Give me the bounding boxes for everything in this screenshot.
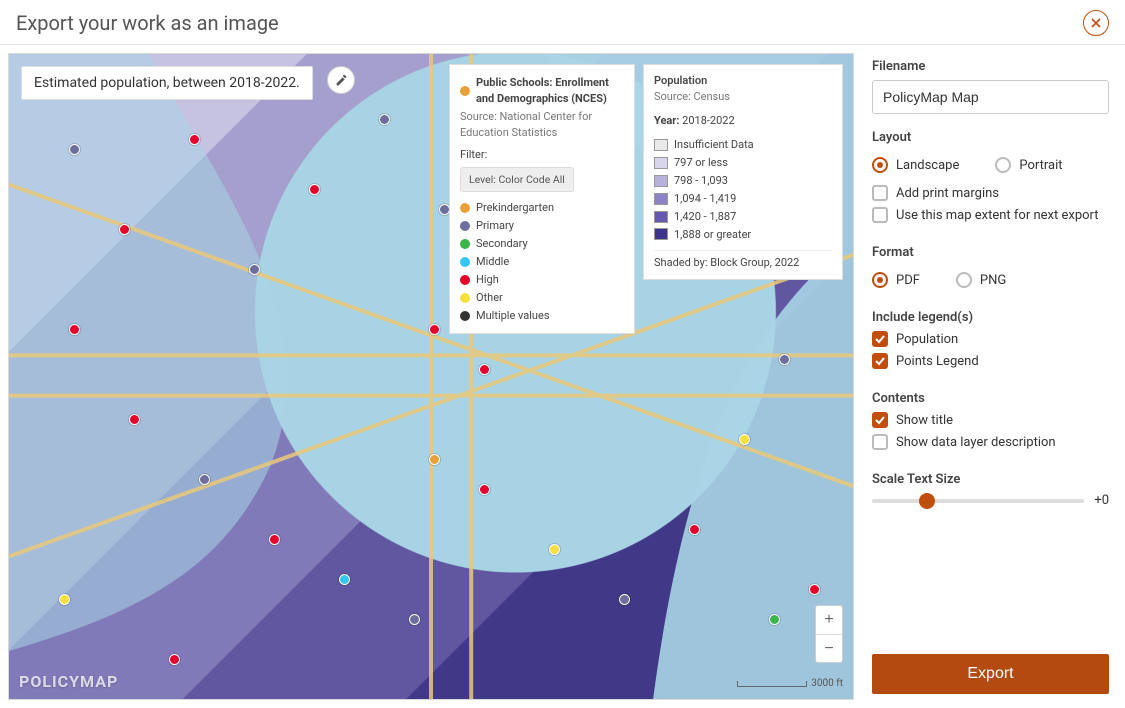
- layout-label: Layout: [872, 130, 1109, 145]
- layout-landscape-label: Landscape: [896, 158, 959, 173]
- map-preview: Estimated population, between 2018-2022.…: [8, 53, 854, 700]
- legend-item-label: High: [476, 272, 499, 288]
- dialog-title: Export your work as an image: [16, 11, 279, 35]
- pop-legend-item: 1,094 - 1,419: [654, 191, 832, 207]
- zoom-in-button[interactable]: +: [816, 606, 842, 634]
- filename-input[interactable]: [872, 80, 1109, 114]
- layout-landscape-radio[interactable]: [872, 157, 888, 173]
- zoom-out-button[interactable]: −: [816, 634, 842, 662]
- filename-label: Filename: [872, 59, 1109, 74]
- points-legend-title: Public Schools: Enrollment and Demograph…: [476, 75, 624, 107]
- legend-item-label: Secondary: [476, 236, 528, 252]
- legend-swatch-icon: [654, 175, 668, 187]
- include-legends-label: Include legend(s): [872, 310, 1109, 325]
- points-legend-card: Public Schools: Enrollment and Demograph…: [449, 64, 635, 334]
- points-legend-item: Multiple values: [460, 308, 624, 324]
- population-legend-card: Population Source: Census Year: 2018-202…: [643, 64, 843, 280]
- legend-population-checkbox[interactable]: [872, 331, 888, 347]
- legend-dot-icon: [460, 257, 470, 267]
- legend-item-label: Middle: [476, 254, 509, 270]
- pop-legend-item: 1,888 or greater: [654, 227, 832, 243]
- show-desc-checkbox[interactable]: [872, 434, 888, 450]
- pencil-icon: [335, 74, 348, 87]
- legend-population-label: Population: [896, 332, 958, 347]
- map-title-text: Estimated population, between 2018-2022.: [34, 75, 300, 91]
- show-title-checkbox[interactable]: [872, 412, 888, 428]
- export-dialog: Export your work as an image: [0, 0, 1125, 708]
- format-label: Format: [872, 245, 1109, 260]
- points-legend-filter-label: Filter:: [460, 147, 624, 163]
- pop-legend-shadedby: Shaded by: Block Group, 2022: [654, 250, 832, 271]
- legend-item-label: Primary: [476, 218, 514, 234]
- dialog-header: Export your work as an image: [0, 0, 1125, 45]
- points-legend-item: Primary: [460, 218, 624, 234]
- legend-item-label: Other: [476, 290, 503, 306]
- points-legend-item: Middle: [460, 254, 624, 270]
- format-pdf-label: PDF: [896, 273, 920, 288]
- legend-swatch-icon: [654, 139, 668, 151]
- layout-portrait-radio[interactable]: [995, 157, 1011, 173]
- legend-swatch-icon: [654, 211, 668, 223]
- pop-legend-title: Population: [654, 73, 832, 89]
- scale-distance: 3000 ft: [811, 678, 843, 689]
- legend-item-label: Insufficient Data: [674, 137, 754, 153]
- points-legend-item: Other: [460, 290, 624, 306]
- pop-legend-item: 798 - 1,093: [654, 173, 832, 189]
- legend-points-checkbox[interactable]: [872, 353, 888, 369]
- export-button[interactable]: Export: [872, 654, 1109, 694]
- scale-text-slider[interactable]: [872, 499, 1084, 503]
- format-pdf-radio[interactable]: [872, 272, 888, 288]
- legend-dot-icon: [460, 239, 470, 249]
- legend-dot-icon: [460, 203, 470, 213]
- legend-dot-icon: [460, 293, 470, 303]
- use-extent-label: Use this map extent for next export: [896, 208, 1099, 223]
- close-icon: [1091, 18, 1101, 28]
- format-png-radio[interactable]: [956, 272, 972, 288]
- legend-swatch-icon: [654, 193, 668, 205]
- pop-legend-source: Source: Census: [654, 89, 832, 105]
- pop-legend-year: 2018-2022: [682, 114, 735, 127]
- pop-legend-item: 1,420 - 1,887: [654, 209, 832, 225]
- format-png-label: PNG: [980, 273, 1006, 288]
- slider-thumb[interactable]: [919, 493, 935, 509]
- policymap-watermark: POLICYMAP: [19, 672, 118, 691]
- legend-item-label: 1,420 - 1,887: [674, 209, 736, 225]
- contents-label: Contents: [872, 391, 1109, 406]
- show-title-label: Show title: [896, 413, 953, 428]
- export-sidebar: Filename Layout Landscape Portrait: [860, 45, 1125, 708]
- layout-portrait-label: Portrait: [1019, 158, 1062, 173]
- show-desc-label: Show data layer description: [896, 435, 1056, 450]
- use-extent-checkbox[interactable]: [872, 207, 888, 223]
- zoom-control: + −: [815, 605, 843, 663]
- points-legend-item: Prekindergarten: [460, 200, 624, 216]
- legend-dot-icon: [460, 221, 470, 231]
- legend-item-label: 798 - 1,093: [674, 173, 728, 189]
- print-margins-checkbox[interactable]: [872, 185, 888, 201]
- scale-text-label: Scale Text Size: [872, 472, 1109, 487]
- legend-swatch-icon: [654, 157, 668, 169]
- legend-item-label: Multiple values: [476, 308, 550, 324]
- close-button[interactable]: [1083, 10, 1109, 36]
- legend-item-label: Prekindergarten: [476, 200, 554, 216]
- legend-points-label: Points Legend: [896, 354, 979, 369]
- map-title-box: Estimated population, between 2018-2022.: [21, 66, 313, 100]
- legend-dot-icon: [460, 311, 470, 321]
- print-margins-label: Add print margins: [896, 186, 999, 201]
- points-legend-item: High: [460, 272, 624, 288]
- pop-legend-item: 797 or less: [654, 155, 832, 171]
- points-legend-source: Source: National Center for Education St…: [460, 109, 624, 141]
- legend-dot-icon: [460, 275, 470, 285]
- legend-swatch-icon: [654, 228, 668, 240]
- legend-item-label: 1,888 or greater: [674, 227, 751, 243]
- legend-item-label: 1,094 - 1,419: [674, 191, 736, 207]
- edit-title-button[interactable]: [327, 66, 355, 94]
- pop-legend-item: Insufficient Data: [654, 137, 832, 153]
- scale-text-value: +0: [1094, 493, 1109, 508]
- legend-item-label: 797 or less: [674, 155, 728, 171]
- pop-legend-year-label: Year:: [654, 114, 679, 127]
- scale-bar: 3000 ft: [737, 678, 843, 689]
- points-legend-filter-button[interactable]: Level: Color Code All: [460, 167, 574, 192]
- points-legend-item: Secondary: [460, 236, 624, 252]
